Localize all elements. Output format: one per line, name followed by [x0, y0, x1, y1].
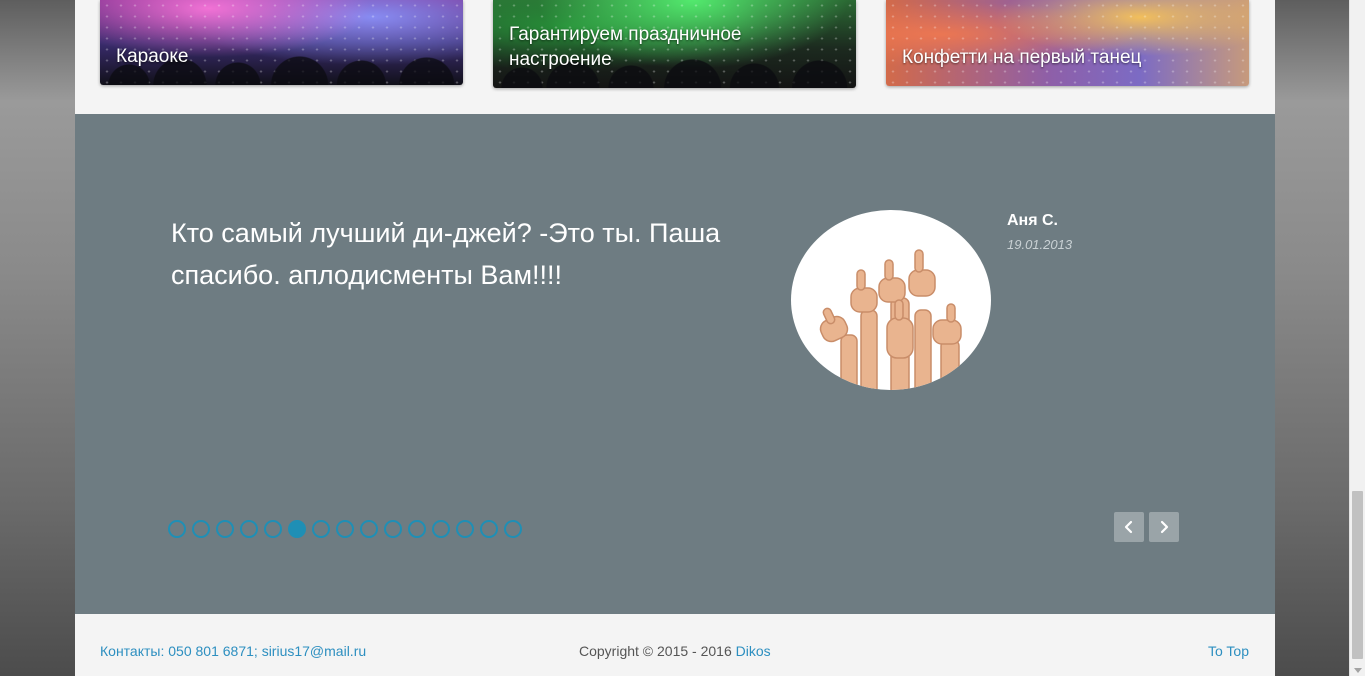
testimonial-author: Аня С.: [1007, 212, 1058, 229]
carousel-dot[interactable]: [504, 520, 522, 538]
thumbs-up-hands-image: [791, 210, 991, 390]
carousel-dot[interactable]: [360, 520, 378, 538]
email-link[interactable]: sirius17@mail.ru: [262, 643, 366, 659]
carousel-next-button[interactable]: [1149, 512, 1179, 542]
page-container: Караоке Гарантируем праздничное настроен…: [75, 0, 1275, 676]
scrollbar-thumb[interactable]: [1352, 491, 1363, 659]
card-karaoke[interactable]: Караоке: [100, 0, 463, 85]
testimonial-date: 19.01.2013: [1007, 237, 1073, 252]
testimonial-section: Кто самый лучший ди-джей? -Это ты. Паша …: [75, 114, 1275, 614]
carousel-dot[interactable]: [312, 520, 330, 538]
carousel-dot[interactable]: [264, 520, 282, 538]
footer-contacts: Контакты: 050 801 6871; sirius17@mail.ru: [100, 643, 366, 659]
carousel-dot[interactable]: [192, 520, 210, 538]
carousel-dot[interactable]: [456, 520, 474, 538]
carousel-dot[interactable]: [240, 520, 258, 538]
vertical-scrollbar[interactable]: [1349, 0, 1365, 676]
card-festive-mood[interactable]: Гарантируем праздничное настроение: [493, 0, 856, 88]
brand-link[interactable]: Dikos: [736, 643, 771, 659]
carousel-dot[interactable]: [336, 520, 354, 538]
phone-link[interactable]: 050 801 6871: [168, 643, 254, 659]
testimonial-quote: Кто самый лучший ди-джей? -Это ты. Паша …: [171, 218, 721, 290]
scroll-down-arrow-icon[interactable]: [1354, 668, 1362, 673]
card-title: Караоке: [116, 46, 189, 67]
card-title: Конфетти на первый танец: [902, 47, 1142, 68]
carousel-dot[interactable]: [216, 520, 234, 538]
card-title: Гарантируем праздничное настроение: [509, 24, 742, 70]
carousel-dot[interactable]: [480, 520, 498, 538]
carousel-dot[interactable]: [432, 520, 450, 538]
footer-copyright: Copyright © 2015 - 2016 Dikos: [579, 643, 771, 659]
footer: Контакты: 050 801 6871; sirius17@mail.ru…: [75, 614, 1275, 676]
card-confetti[interactable]: Конфетти на первый танец: [886, 0, 1249, 86]
confetti-image: [886, 0, 1249, 86]
chevron-left-icon: [1124, 520, 1133, 534]
to-top-link[interactable]: To Top: [1208, 643, 1249, 659]
copyright-text: Copyright © 2015 - 2016: [579, 643, 732, 659]
contacts-separator: ;: [253, 643, 258, 659]
carousel-dot[interactable]: [168, 520, 186, 538]
carousel-prev-button[interactable]: [1114, 512, 1144, 542]
thumbs-up-icon: [819, 249, 962, 390]
carousel-pager: [168, 520, 522, 540]
carousel-dot[interactable]: [384, 520, 402, 538]
carousel-dot[interactable]: [288, 520, 306, 538]
carousel-dot[interactable]: [408, 520, 426, 538]
contacts-label: Контакты:: [100, 643, 165, 659]
chevron-right-icon: [1160, 520, 1169, 534]
